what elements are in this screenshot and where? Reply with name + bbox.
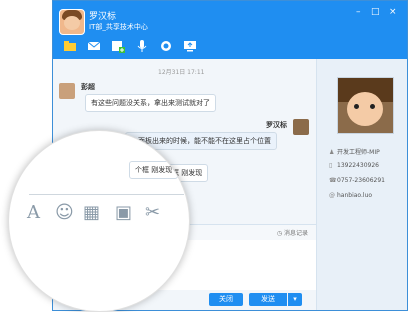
- minimize-button[interactable]: –: [356, 7, 361, 17]
- message-timestamp: 12月31日 17:11: [158, 69, 205, 76]
- folder-icon[interactable]: [63, 39, 77, 53]
- contact-name: 罗汉标: [89, 12, 117, 22]
- scissors-icon[interactable]: ✂: [145, 203, 160, 223]
- send-button[interactable]: 发送: [249, 293, 287, 306]
- send-options-button[interactable]: ▾: [288, 293, 302, 306]
- email-text: hanbiao.luo: [337, 192, 373, 199]
- email: @ hanbiao.luo: [329, 192, 372, 199]
- history-link[interactable]: ◷ 消息记录: [277, 228, 308, 237]
- mobile-text: 13922430926: [337, 162, 379, 169]
- magnified-bubble: 个框 刚发现: [129, 161, 179, 179]
- phone-icon: ☎: [329, 177, 337, 184]
- close-window-button[interactable]: ×: [389, 7, 397, 17]
- mobile-icon: ▯: [329, 162, 333, 169]
- emoji-icon[interactable]: ☺: [55, 203, 74, 223]
- screenshot-icon[interactable]: ▦: [83, 203, 100, 223]
- magnified-divider: [29, 194, 184, 195]
- telephone-text: 0757-23606291: [337, 177, 385, 184]
- sender-avatar[interactable]: [293, 119, 309, 135]
- email-icon: @: [329, 192, 335, 199]
- microphone-icon[interactable]: [135, 39, 149, 53]
- job-title: ♟ 开发工程师-MIP: [329, 147, 380, 156]
- history-label: 消息记录: [283, 230, 308, 237]
- contact-photo: [337, 77, 394, 134]
- close-button[interactable]: 关闭: [209, 293, 243, 306]
- add-contact-icon[interactable]: [111, 39, 125, 53]
- title-bar: 罗汉标 IT部_共享技术中心 – □ ×: [53, 1, 407, 59]
- sender-name: 彭超: [81, 83, 95, 91]
- message-bubble[interactable]: 有这些问题没关系，拿出来测试就对了: [85, 94, 216, 112]
- sender-avatar[interactable]: [59, 83, 75, 99]
- font-icon[interactable]: A: [27, 203, 40, 223]
- person-icon: ♟: [329, 149, 335, 156]
- camera-icon[interactable]: [159, 39, 173, 53]
- telephone: ☎0757-23606291: [329, 177, 385, 184]
- job-title-text: 开发工程师-MIP: [337, 149, 380, 156]
- magnifier-callout: 个框 刚发现 A ☺ ▦ ▣ ✂: [8, 130, 190, 312]
- mobile-phone: ▯ 13922430926: [329, 162, 379, 169]
- sender-name: 罗汉标: [266, 121, 287, 129]
- image-icon[interactable]: ▣: [115, 203, 132, 223]
- maximize-button[interactable]: □: [371, 7, 380, 17]
- mail-icon[interactable]: [87, 39, 101, 53]
- contact-department: IT部_共享技术中心: [89, 23, 148, 31]
- screen-share-icon[interactable]: [183, 39, 197, 53]
- title-avatar[interactable]: [59, 9, 85, 35]
- contact-sidebar: ♟ 开发工程师-MIP ▯ 13922430926 ☎0757-23606291 @…: [316, 59, 407, 310]
